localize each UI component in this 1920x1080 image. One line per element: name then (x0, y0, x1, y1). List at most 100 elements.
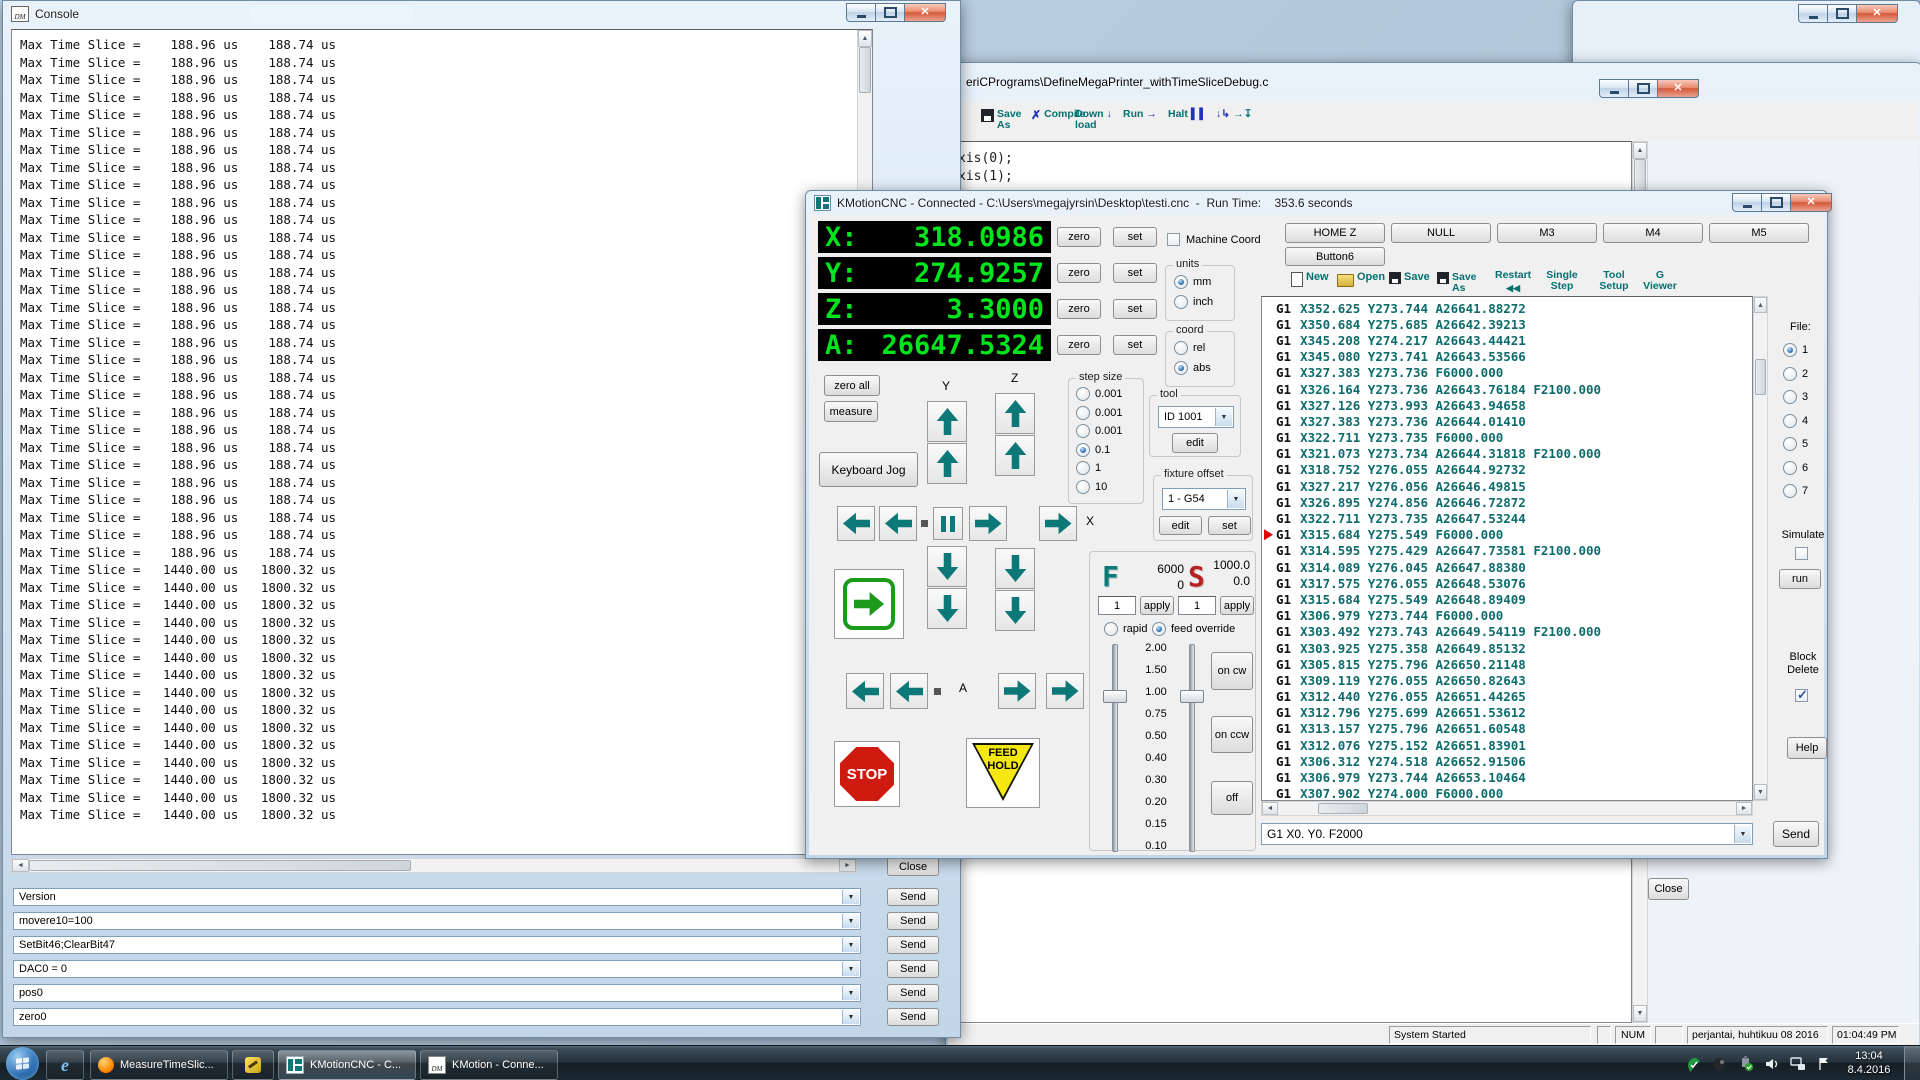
editor-halt-button[interactable]: Halt ▌▌ (1168, 109, 1208, 120)
jog-a-minus[interactable] (890, 673, 928, 709)
gcode-open-button[interactable]: Open (1337, 272, 1385, 287)
taskbar-ie-button[interactable]: e (46, 1050, 84, 1080)
mdi-combo[interactable]: G1 X0. Y0. F2000▼ (1261, 823, 1753, 845)
spindle-input[interactable]: 1 (1178, 596, 1216, 615)
maximize-button[interactable] (1761, 193, 1790, 212)
jog-y-minus-fast[interactable] (927, 588, 967, 629)
speaker-icon[interactable] (1764, 1056, 1780, 1072)
gcode-line[interactable]: G1X313.157 Y275.796 A26651.60548 (1262, 721, 1752, 737)
block-delete-checkbox[interactable] (1795, 689, 1808, 702)
editor-saveas-button[interactable]: SaveAs (981, 109, 1022, 131)
file-radio[interactable]: 1 (1783, 343, 1808, 357)
jog-a-plus-fast[interactable] (1046, 673, 1084, 709)
jog-z-plus-fast[interactable] (995, 393, 1035, 434)
cnc-titlebar[interactable]: KMotionCNC - Connected - C:\Users\megajy… (806, 191, 1827, 215)
chevron-down-icon[interactable]: ▼ (1227, 490, 1244, 508)
close-icon[interactable]: ✕ (1856, 4, 1898, 23)
close-icon[interactable]: ✕ (904, 3, 946, 22)
run-button[interactable]: run (1779, 569, 1821, 589)
macro-button[interactable]: M5 (1709, 223, 1809, 243)
gcode-line[interactable]: G1X306.979 Y273.744 A26653.10464 (1262, 769, 1752, 785)
gcode-line[interactable]: G1X327.217 Y276.056 A26646.49815 (1262, 478, 1752, 494)
file-radio[interactable]: 4 (1783, 414, 1808, 428)
feed-hold-button[interactable]: FEEDHOLD (966, 738, 1040, 808)
step-size-radio[interactable]: 1 (1076, 461, 1123, 475)
command-combo[interactable]: SetBit46;ClearBit47▼ (13, 936, 861, 954)
action-center-flag-icon[interactable] (1816, 1056, 1832, 1072)
zero-button[interactable]: zero (1057, 227, 1101, 247)
file-radio[interactable]: 6 (1783, 461, 1808, 475)
gcode-line[interactable]: G1X321.073 Y273.734 A26644.31818 F2100.0… (1262, 446, 1752, 462)
set-button[interactable]: set (1113, 299, 1157, 319)
machine-coord[interactable]: Machine Coord (1167, 233, 1261, 246)
gcode-line[interactable]: G1X312.440 Y276.055 A26651.44265 (1262, 689, 1752, 705)
jog-z-minus-fast[interactable] (995, 590, 1035, 631)
jog-x-plus-fast[interactable] (1039, 506, 1077, 541)
command-combo[interactable]: movere10=100▼ (13, 912, 861, 930)
console-titlebar[interactable]: DM Console (3, 1, 960, 27)
chevron-down-icon[interactable]: ▼ (1215, 408, 1232, 426)
gcode-horizontal-scrollbar[interactable]: ◄ ► (1261, 801, 1753, 816)
chevron-down-icon[interactable]: ▼ (842, 890, 859, 904)
gcode-new-button[interactable]: New (1291, 272, 1329, 287)
units-radio[interactable]: inch (1174, 295, 1213, 309)
editor-step-icons[interactable]: ↓↳ →↧ (1216, 109, 1252, 120)
chevron-down-icon[interactable]: ▼ (842, 938, 859, 952)
jog-a-minus-fast[interactable] (846, 673, 884, 709)
gcode-save-button[interactable]: Save (1389, 272, 1430, 284)
file-radio[interactable]: 5 (1783, 437, 1808, 451)
spindle-off-button[interactable]: off (1211, 781, 1253, 815)
tool-edit-button[interactable]: edit (1172, 433, 1218, 453)
gcode-line[interactable]: G1X314.089 Y276.045 A26647.88380 (1262, 559, 1752, 575)
simulate-checkbox[interactable] (1795, 547, 1808, 560)
feed-slider-track[interactable] (1112, 644, 1118, 852)
jog-y-plus[interactable] (927, 443, 967, 484)
gcode-line[interactable]: G1X306.979 Y273.744 F6000.000 (1262, 608, 1752, 624)
jog-pause-button[interactable] (933, 507, 963, 540)
gcode-vertical-scrollbar[interactable]: ▲ ▼ (1753, 296, 1768, 801)
gcode-line[interactable]: G1X327.126 Y273.993 A26643.94658 (1262, 397, 1752, 413)
gcode-line[interactable]: G1X312.076 Y275.152 A26651.83901 (1262, 737, 1752, 753)
set-button[interactable]: set (1113, 227, 1157, 247)
minimize-button[interactable] (846, 3, 875, 22)
coord-radio[interactable]: rel (1174, 341, 1211, 355)
feedrate-apply-button[interactable]: apply (1140, 596, 1174, 615)
set-button[interactable]: set (1113, 335, 1157, 355)
minimize-button[interactable] (1599, 79, 1628, 98)
help-button[interactable]: Help (1787, 737, 1827, 759)
console-close-button[interactable]: Close (887, 857, 939, 876)
gcode-gviewer-button[interactable]: G Viewer (1643, 270, 1677, 292)
gcode-line[interactable]: G1X303.492 Y273.743 A26649.54119 F2100.0… (1262, 624, 1752, 640)
chevron-down-icon[interactable]: ▼ (842, 986, 859, 1000)
gcode-line[interactable]: G1X315.684 Y275.549 A26648.89409 (1262, 591, 1752, 607)
spindle-slider-thumb[interactable] (1180, 690, 1204, 703)
button6[interactable]: Button6 (1285, 247, 1385, 266)
gcode-line[interactable]: G1X305.815 Y275.796 A26650.21148 (1262, 656, 1752, 672)
show-desktop-button[interactable] (1904, 1046, 1920, 1080)
chevron-down-icon[interactable]: ▼ (842, 962, 859, 976)
jog-x-minus[interactable] (879, 506, 917, 541)
gcode-line[interactable]: G1X318.752 Y276.055 A26644.92732 (1262, 462, 1752, 478)
jog-a-plus[interactable] (998, 673, 1036, 709)
chevron-down-icon[interactable]: ▼ (1734, 825, 1751, 843)
taskbar-clock[interactable]: 13:04 8.4.2016 (1838, 1049, 1900, 1078)
taskbar-button-measuretimeslice[interactable]: MeasureTimeSlic... (90, 1050, 228, 1080)
satellite-icon[interactable] (1712, 1056, 1728, 1072)
gcode-line[interactable]: G1X303.925 Y275.358 A26649.85132 (1262, 640, 1752, 656)
gcode-line[interactable]: G1X345.208 Y274.217 A26643.44421 (1262, 332, 1752, 348)
step-size-radio[interactable]: 0.001 (1076, 424, 1123, 438)
chevron-down-icon[interactable]: ▼ (842, 1010, 859, 1024)
gcode-line[interactable]: G1X306.312 Y274.518 A26652.91506 (1262, 753, 1752, 769)
gcode-saveas-button[interactable]: Save As (1437, 272, 1480, 294)
file-radio[interactable]: 2 (1783, 367, 1808, 381)
console-output[interactable]: Max Time Slice = 188.96 us 188.74 usMax … (11, 29, 873, 855)
gcode-line[interactable]: G1X322.711 Y273.735 F6000.000 (1262, 430, 1752, 446)
zero-button[interactable]: zero (1057, 299, 1101, 319)
maximize-button[interactable] (1628, 79, 1657, 98)
command-send-button[interactable]: Send (887, 936, 939, 954)
macro-button[interactable]: M3 (1497, 223, 1597, 243)
command-combo[interactable]: Version▼ (13, 888, 861, 906)
minimize-button[interactable] (1798, 4, 1827, 23)
editor-close-button[interactable]: Close (1648, 878, 1689, 900)
taskbar-button-tool[interactable] (232, 1050, 274, 1080)
